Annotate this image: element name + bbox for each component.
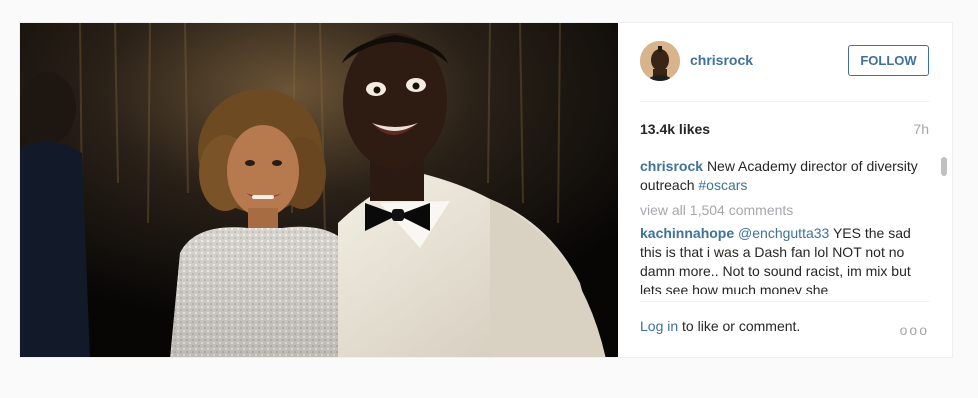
more-options-icon[interactable]: ooo (900, 322, 929, 338)
post-photo-illustration (20, 23, 618, 357)
user-avatar[interactable] (640, 41, 680, 81)
comments-scrollbar[interactable] (941, 157, 947, 294)
follow-button[interactable]: FOLLOW (848, 45, 929, 76)
post-footer: Log in to like or comment. ooo (640, 301, 929, 357)
author-username[interactable]: chrisrock (690, 52, 753, 68)
view-all-comments-link[interactable]: view all 1,504 comments (640, 201, 934, 220)
post-time[interactable]: 7h (913, 121, 929, 137)
post-header: chrisrock FOLLOW (640, 41, 929, 102)
login-prompt-text: to like or comment. (682, 318, 801, 334)
caption-hashtag[interactable]: #oscars (698, 177, 747, 193)
comment-username[interactable]: kachinnahope (640, 225, 734, 241)
login-link[interactable]: Log in (640, 318, 678, 334)
comments-list[interactable]: chrisrock New Academy director of divers… (640, 157, 934, 294)
comment-mention[interactable]: @enchgutta33 (738, 225, 829, 241)
login-prompt: Log in to like or comment. (640, 318, 800, 334)
avatar-icon (640, 41, 680, 81)
scrollbar-thumb[interactable] (941, 157, 947, 176)
post-photo[interactable] (20, 23, 618, 357)
post-card: chrisrock FOLLOW 13.4k likes 7h chrisroc… (19, 22, 953, 358)
caption-username[interactable]: chrisrock (640, 158, 703, 174)
post-sidebar: chrisrock FOLLOW 13.4k likes 7h chrisroc… (618, 23, 952, 357)
likes-count[interactable]: 13.4k likes (640, 121, 710, 137)
comment-item: kachinnahope @enchgutta33 YES the sad th… (640, 224, 918, 294)
caption: chrisrock New Academy director of divers… (640, 157, 918, 195)
post-meta: 13.4k likes 7h (640, 118, 929, 138)
